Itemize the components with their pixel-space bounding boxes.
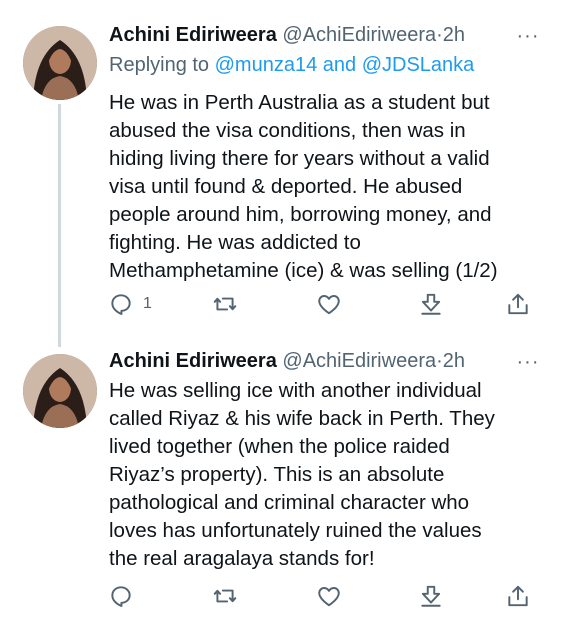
tweet-text-line: people around him, borrowing money, and — [109, 203, 492, 226]
reply-button[interactable] — [108, 581, 143, 611]
download-button[interactable] — [418, 289, 444, 319]
more-icon[interactable]: ··· — [510, 352, 546, 376]
tweet-text-line: abused the visa conditions, then was in — [109, 119, 466, 142]
mention-link[interactable]: @JDSLanka — [362, 54, 475, 76]
more-icon[interactable]: ··· — [510, 26, 546, 50]
like-icon — [318, 295, 340, 315]
tweet-text: He was in Perth Australia as a student b… — [109, 89, 549, 285]
download-icon — [421, 585, 441, 607]
replying-join: and — [322, 54, 357, 76]
reply-count: 1 — [143, 295, 152, 312]
author-handle[interactable]: @AchiEdiriweera — [282, 24, 436, 46]
avatar[interactable] — [23, 354, 97, 428]
tweet-text-line: the real aragalaya stands for! — [109, 547, 375, 570]
avatar-photo-icon — [23, 354, 97, 428]
tweet-header: Achini Ediriweera @AchiEdiriweera·2h — [109, 22, 465, 48]
author-handle[interactable]: @AchiEdiriweera — [282, 350, 436, 372]
tweet[interactable]: Achini Ediriweera @AchiEdiriweera·2h ···… — [0, 0, 562, 347]
action-bar — [0, 581, 562, 611]
retweet-icon — [213, 589, 237, 603]
timestamp[interactable]: 2h — [443, 24, 465, 46]
author-name[interactable]: Achini Ediriweera — [109, 24, 277, 46]
tweet-text-line: called Riyaz & his wife back in Perth. T… — [109, 407, 495, 430]
retweet-icon — [213, 297, 237, 311]
reply-icon — [111, 294, 131, 315]
mention-link[interactable]: @munza14 — [215, 54, 318, 76]
share-button[interactable] — [505, 581, 531, 611]
like-button[interactable] — [316, 581, 342, 611]
avatar[interactable] — [23, 26, 97, 100]
tweet-header: Achini Ediriweera @AchiEdiriweera·2h — [109, 348, 465, 374]
tweet[interactable]: Achini Ediriweera @AchiEdiriweera·2h ···… — [0, 340, 562, 625]
tweet-text-line: He was selling ice with another individu… — [109, 379, 482, 402]
avatar-photo-icon — [23, 26, 97, 100]
download-icon — [421, 293, 441, 315]
tweet-text-line: hiding living there for years without a … — [109, 147, 490, 170]
action-bar: 1 — [0, 289, 562, 319]
replying-prefix: Replying to — [109, 54, 210, 76]
tweet-text-line: Methamphetamine (ice) & was selling (1/2… — [109, 259, 498, 282]
tweet-text-line: visa until found & deported. He abused — [109, 175, 463, 198]
retweet-button[interactable] — [212, 581, 238, 611]
share-icon — [508, 293, 528, 315]
tweet-text-line: lived together (when the police raided — [109, 435, 450, 458]
author-name[interactable]: Achini Ediriweera — [109, 350, 277, 372]
download-button[interactable] — [418, 581, 444, 611]
tweet-text-line: He was in Perth Australia as a student b… — [109, 91, 490, 114]
separator: · — [436, 350, 443, 372]
share-icon — [508, 585, 528, 607]
separator: · — [436, 24, 443, 46]
tweet-text-line: loves has unfortunately ruined the value… — [109, 519, 482, 542]
reply-icon — [111, 586, 131, 607]
tweet-text: He was selling ice with another individu… — [109, 377, 549, 573]
share-button[interactable] — [505, 289, 531, 319]
retweet-button[interactable] — [212, 289, 238, 319]
like-button[interactable] — [316, 289, 342, 319]
reply-button[interactable]: 1 — [108, 289, 152, 319]
timestamp[interactable]: 2h — [443, 350, 465, 372]
replying-to: Replying to @munza14 and @JDSLanka — [109, 52, 474, 78]
tweet-text-line: fighting. He was addicted to — [109, 231, 361, 254]
tweet-text-line: pathological and criminal character who — [109, 491, 470, 514]
like-icon — [318, 587, 340, 607]
tweet-text-line: Riyaz’s property). This is an absolute — [109, 463, 445, 486]
